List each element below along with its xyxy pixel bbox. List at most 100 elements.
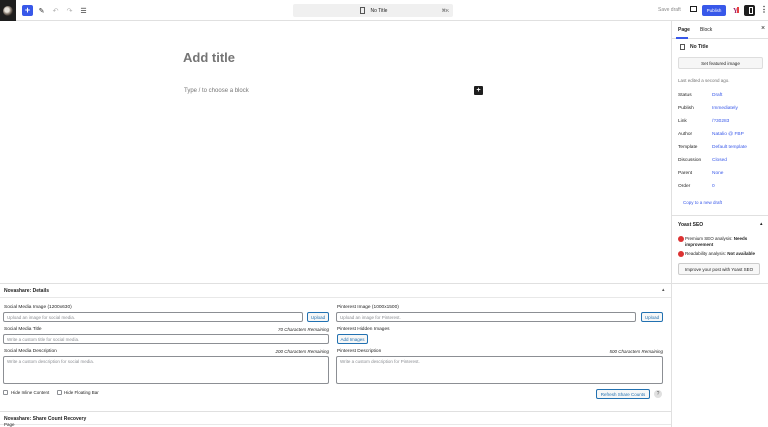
refresh-share-counts-button[interactable]: Refresh Share Counts bbox=[596, 389, 650, 399]
social-image-input[interactable] bbox=[3, 312, 303, 322]
order-label: Order bbox=[678, 184, 691, 189]
last-edited-text: Last edited a second ago. bbox=[678, 78, 730, 83]
site-icon-button[interactable] bbox=[0, 0, 16, 21]
list-view-icon: ☰ bbox=[80, 7, 87, 15]
social-title-input[interactable] bbox=[3, 334, 329, 344]
command-palette-bar[interactable]: No Title ⌘K bbox=[293, 4, 453, 17]
discussion-label: Discussion bbox=[678, 158, 702, 163]
social-description-label: Social Media Description bbox=[4, 349, 57, 354]
default-block-appender[interactable]: Type / to choose a block bbox=[184, 88, 249, 94]
order-value[interactable]: 0 bbox=[712, 184, 715, 189]
section-divider bbox=[672, 283, 768, 284]
plus-icon: + bbox=[476, 87, 481, 94]
help-icon[interactable]: ? bbox=[654, 390, 662, 398]
metabox-title: Novashare: Details bbox=[4, 288, 50, 294]
discussion-value[interactable]: Closed bbox=[712, 158, 727, 163]
active-tab-indicator bbox=[676, 37, 688, 39]
more-vertical-icon: ⋮ bbox=[760, 5, 768, 14]
social-image-upload-button[interactable]: Upload bbox=[307, 312, 329, 322]
close-icon[interactable]: × bbox=[761, 25, 765, 32]
social-title-label: Social Media Title bbox=[4, 327, 42, 332]
pinterest-image-input[interactable] bbox=[336, 312, 636, 322]
chevron-up-icon[interactable]: ▴ bbox=[662, 287, 665, 293]
parent-value[interactable]: None bbox=[712, 171, 723, 176]
seo-analysis-text: Premium SEO analysis: Needs improvement bbox=[685, 236, 765, 248]
save-draft-button[interactable]: Save draft bbox=[658, 7, 681, 13]
redo-icon: ↷ bbox=[66, 7, 73, 15]
hide-floating-label: Hide Floating Bar bbox=[64, 390, 99, 395]
template-label: Template bbox=[678, 145, 698, 150]
page-icon bbox=[360, 7, 365, 14]
novashare-details-header[interactable]: Novashare: Details ▴ bbox=[0, 284, 671, 298]
pinterest-description-remaining: 500 Characters Remaining bbox=[609, 349, 663, 354]
tab-block[interactable]: Block bbox=[700, 27, 712, 33]
sidebar-doc-title: No Title bbox=[690, 44, 709, 50]
link-value[interactable]: /?30283 bbox=[712, 119, 729, 124]
keyboard-shortcut: ⌘K bbox=[441, 8, 449, 13]
social-description-remaining: 200 Characters Remaining bbox=[275, 349, 329, 354]
undo-button[interactable]: ↶ bbox=[50, 5, 61, 16]
status-value[interactable]: Draft bbox=[712, 93, 722, 98]
breadcrumb: Page bbox=[4, 422, 15, 427]
redo-button[interactable]: ↷ bbox=[64, 5, 75, 16]
status-label: Status bbox=[678, 93, 692, 98]
block-inserter-toggle[interactable]: + bbox=[22, 5, 33, 16]
site-logo-icon bbox=[3, 5, 13, 16]
publish-button[interactable]: Publish bbox=[702, 5, 726, 16]
hide-inline-label: Hide Inline Content bbox=[11, 390, 50, 395]
social-title-remaining: 70 Characters Remaining bbox=[277, 327, 329, 332]
author-label: Author bbox=[678, 132, 693, 137]
readability-score-icon bbox=[678, 251, 684, 257]
share-count-recovery-header[interactable]: Novashare: Share Count Recovery bbox=[0, 411, 671, 425]
settings-sidebar: Page Block × No Title Set featured image… bbox=[671, 21, 768, 427]
readability-analysis-text: Readability analysis: Not available bbox=[685, 251, 765, 257]
document-overview-button[interactable]: ☰ bbox=[78, 5, 89, 16]
hide-inline-checkbox[interactable] bbox=[3, 390, 8, 395]
chevron-up-icon[interactable]: ▴ bbox=[760, 221, 763, 227]
hide-floating-checkbox[interactable] bbox=[57, 390, 62, 395]
seo-analysis-prefix: Premium SEO analysis: bbox=[685, 236, 733, 241]
readability-prefix: Readability analysis: bbox=[685, 251, 727, 256]
section-divider bbox=[672, 215, 768, 216]
options-menu-button[interactable]: ⋮ bbox=[760, 5, 768, 14]
document-title: No Title bbox=[370, 7, 388, 14]
post-title-input[interactable]: Add title bbox=[183, 50, 235, 65]
pinterest-image-upload-button[interactable]: Upload bbox=[641, 312, 663, 322]
yoast-panel-title[interactable]: Yoast SEO bbox=[678, 222, 703, 228]
tools-button[interactable]: ✎ bbox=[36, 5, 47, 16]
plus-icon: + bbox=[24, 5, 31, 15]
metabox-title: Novashare: Share Count Recovery bbox=[4, 416, 87, 422]
undo-icon: ↶ bbox=[52, 7, 59, 15]
pinterest-hidden-label: Pinterest Hidden Images bbox=[337, 327, 390, 332]
copy-to-new-draft-link[interactable]: Copy to a new draft bbox=[683, 200, 722, 205]
sidebar-panel-icon bbox=[749, 7, 753, 14]
preview-desktop-icon[interactable] bbox=[690, 6, 697, 12]
publish-value[interactable]: Immediately bbox=[712, 106, 738, 111]
social-description-textarea[interactable] bbox=[3, 356, 329, 384]
editor-header: + ✎ ↶ ↷ ☰ No Title ⌘K Save draft Publish… bbox=[0, 0, 768, 21]
readability-status: Not available bbox=[727, 251, 756, 256]
social-image-label: Social Media Image (1200x630) bbox=[4, 305, 72, 310]
pencil-icon: ✎ bbox=[38, 7, 45, 15]
inline-block-inserter[interactable]: + bbox=[474, 86, 483, 95]
parent-label: Parent bbox=[678, 171, 693, 176]
add-images-button[interactable]: Add Images bbox=[337, 334, 368, 344]
yoast-score-icon bbox=[737, 7, 739, 13]
pinterest-image-label: Pinterest Image (1000x1500) bbox=[337, 305, 399, 310]
link-label: Link bbox=[678, 119, 687, 124]
improve-with-yoast-button[interactable]: Improve your post with Yoast SEO bbox=[678, 263, 760, 275]
set-featured-image-button[interactable]: Set featured image bbox=[678, 57, 763, 69]
tab-page[interactable]: Page bbox=[678, 27, 690, 33]
pinterest-description-textarea[interactable] bbox=[336, 356, 663, 384]
yoast-seo-button[interactable]: Y bbox=[731, 6, 740, 15]
metabox-area: Novashare: Details ▴ Social Media Image … bbox=[0, 283, 671, 427]
template-value[interactable]: Default template bbox=[712, 145, 747, 150]
page-icon bbox=[680, 44, 685, 50]
pinterest-description-label: Pinterest Description bbox=[337, 349, 382, 354]
publish-label: Publish bbox=[678, 106, 694, 111]
settings-toggle-button[interactable] bbox=[744, 5, 755, 16]
editor-canvas: Add title Type / to choose a block + bbox=[0, 21, 671, 283]
sidebar-tabs: Page Block × bbox=[672, 21, 768, 39]
seo-score-icon bbox=[678, 236, 684, 242]
author-value[interactable]: Natalio @ FBP bbox=[712, 132, 744, 137]
